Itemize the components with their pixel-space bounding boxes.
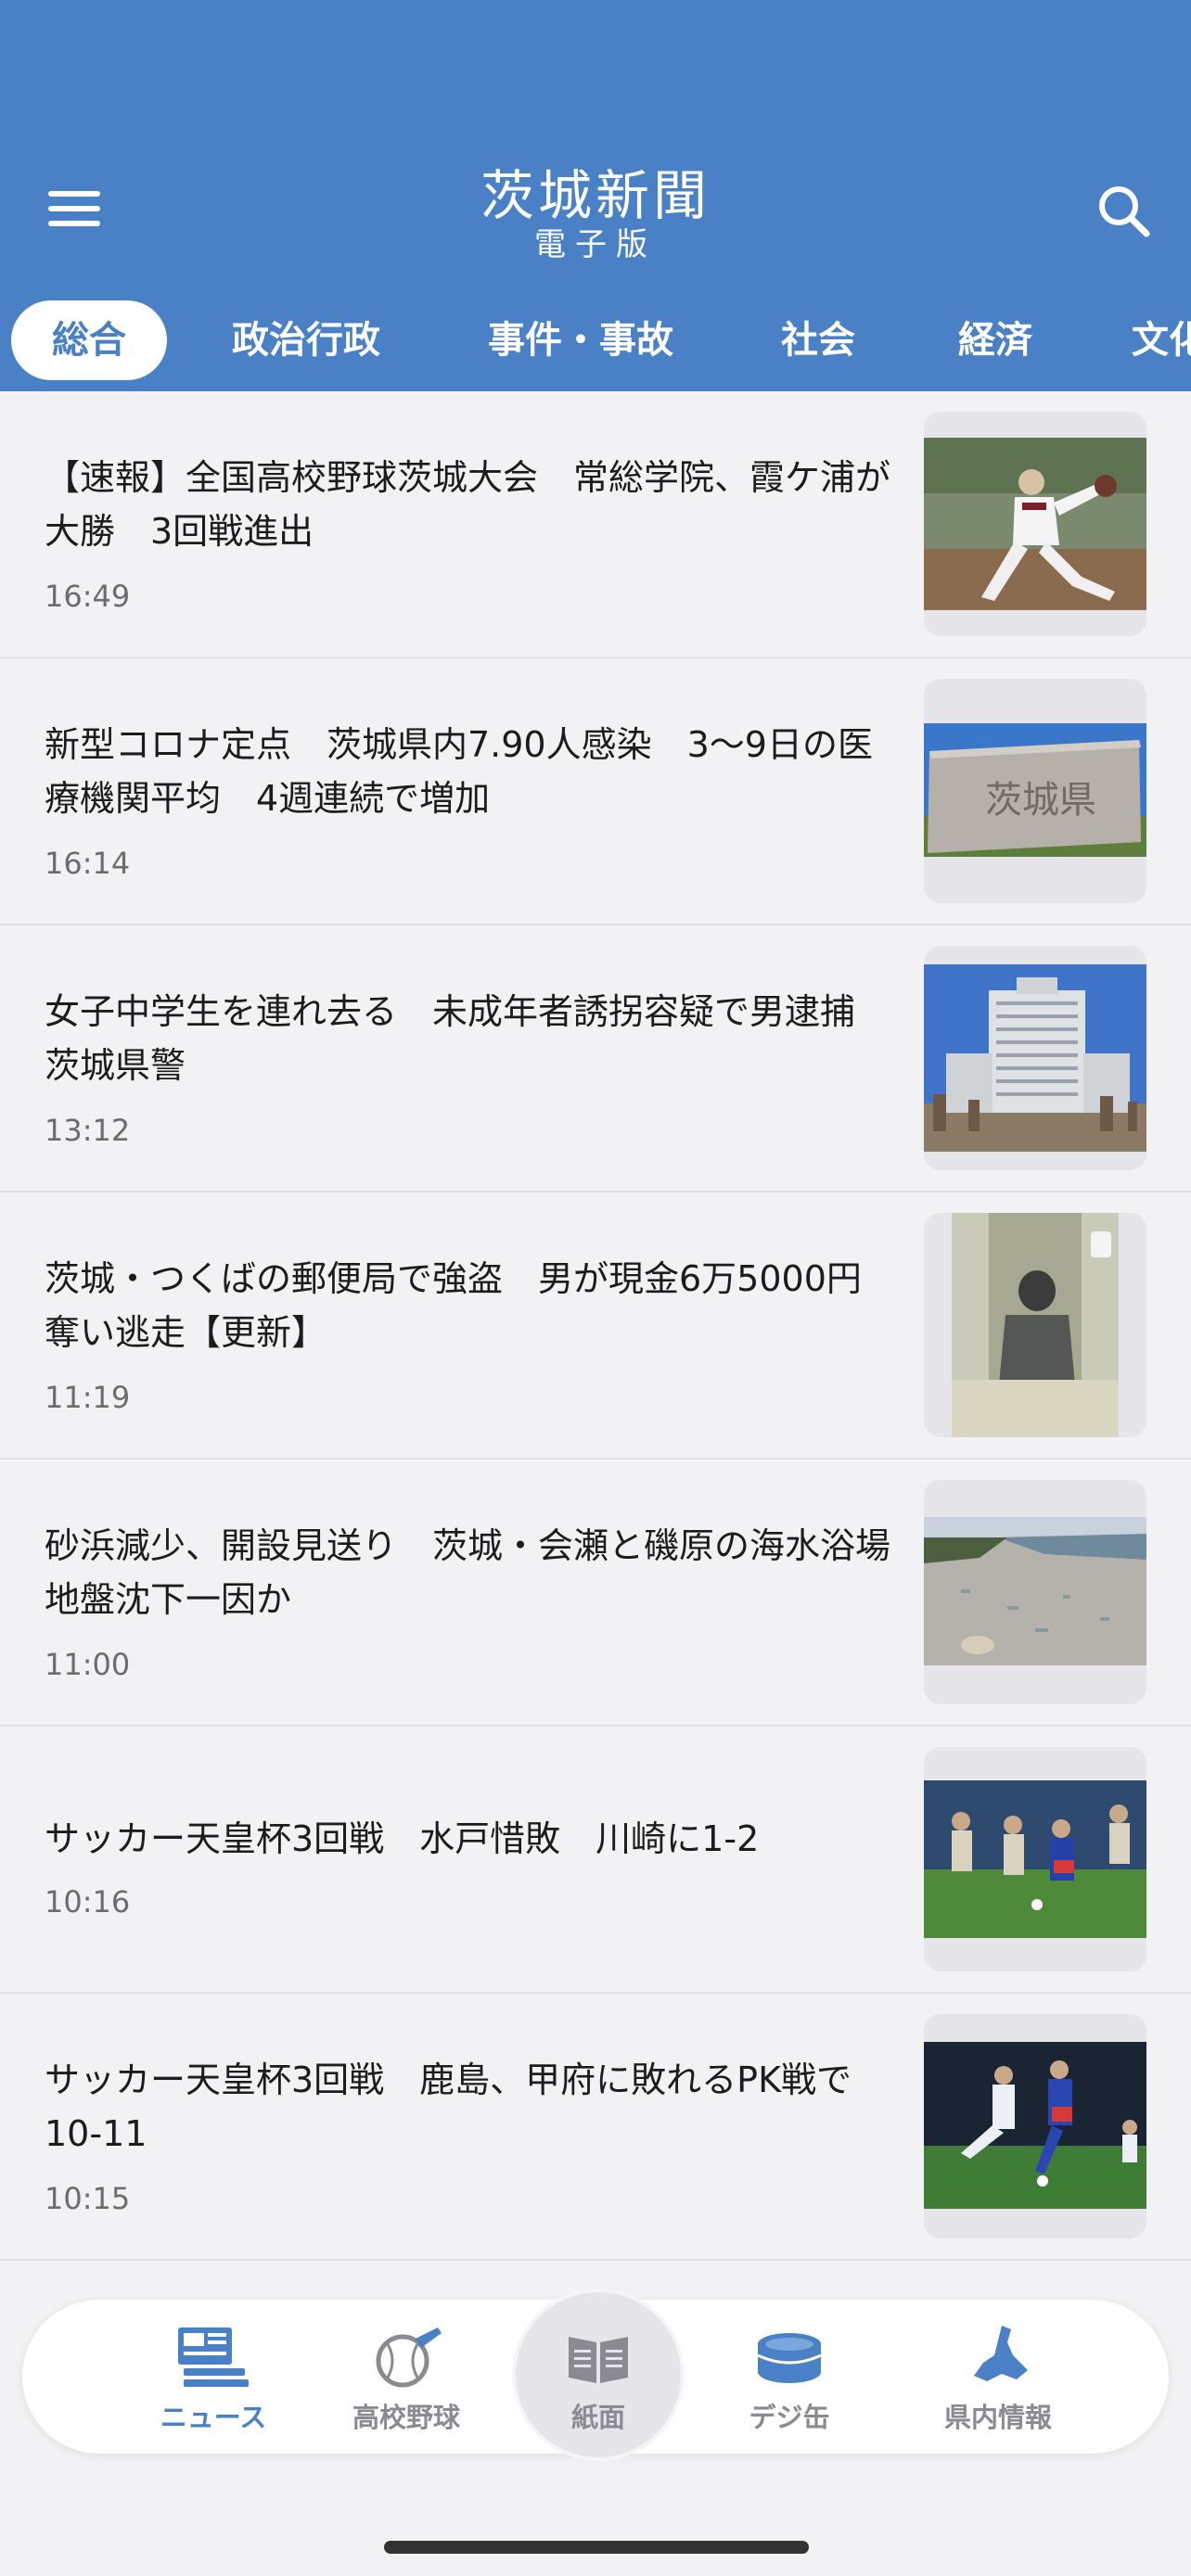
article-headline: サッカー天皇杯3回戦 鹿島、甲府に敗れるPK戦で10-11 xyxy=(45,2060,852,2154)
article-item[interactable]: サッカー天皇杯3回戦 水戸惜敗 川崎に1-2 10:16 xyxy=(0,1727,1191,1994)
search-icon xyxy=(1099,186,1150,237)
prefecture-sign-image: 茨城県 xyxy=(924,723,1146,857)
nav-newspaper-label: 紙面 xyxy=(570,2402,625,2433)
article-time: 16:49 xyxy=(45,579,131,614)
nav-news[interactable]: ニュース xyxy=(126,2300,301,2454)
article-time: 11:00 xyxy=(45,1647,131,1682)
article-time: 16:14 xyxy=(45,846,131,881)
category-tabs: 総合 政治行政 事件・事故 社会 経済 文化 xyxy=(0,295,1191,386)
article-thumbnail xyxy=(924,1480,1146,1704)
baseball-pitcher-image xyxy=(924,438,1146,610)
article-thumbnail xyxy=(924,946,1146,1170)
article-time: 10:16 xyxy=(45,1884,131,1919)
article-item[interactable]: 新型コロナ定点 茨城県内7.90人感染 3〜9日の医療機関平均 4週連続で増加 … xyxy=(0,658,1191,925)
newspaper-icon xyxy=(569,2337,628,2383)
soccer-night-image xyxy=(924,2042,1146,2209)
article-thumbnail xyxy=(924,2014,1146,2238)
security-camera-image xyxy=(952,1213,1119,1437)
nav-news-label: ニュース xyxy=(160,2402,267,2433)
home-indicator[interactable] xyxy=(384,2541,809,2554)
article-item[interactable]: 茨城・つくばの郵便局で強盗 男が現金6万5000円奪い逃走【更新】 11:19 xyxy=(0,1192,1191,1460)
article-thumbnail: 茨城県 xyxy=(924,679,1146,903)
menu-button[interactable] xyxy=(48,185,106,232)
baseball-icon xyxy=(376,2327,442,2388)
hamburger-icon-line xyxy=(48,206,100,211)
article-thumbnail xyxy=(924,1213,1146,1437)
article-time: 13:12 xyxy=(45,1113,131,1148)
nav-digi-can[interactable]: デジ缶 xyxy=(702,2300,877,2454)
tab-incidents[interactable]: 事件・事故 xyxy=(469,300,692,380)
nav-newspaper[interactable]: 紙面 xyxy=(511,2300,685,2454)
soccer-match-image xyxy=(924,1780,1146,1938)
nav-high-school-baseball[interactable]: 高校野球 xyxy=(319,2300,493,2454)
article-item[interactable]: サッカー天皇杯3回戦 鹿島、甲府に敗れるPK戦で10-11 10:15 xyxy=(0,1994,1191,2261)
tab-society[interactable]: 社会 xyxy=(762,300,874,380)
nav-digi-can-label: デジ缶 xyxy=(749,2402,830,2433)
article-headline: 【速報】全国高校野球茨城大会 常総学院、霞ケ浦が大勝 3回戦進出 xyxy=(45,457,891,552)
app-header: 茨城新聞 電子版 総合 政治行政 事件・事故 社会 経済 文化 xyxy=(0,0,1191,391)
article-headline: 女子中学生を連れ去る 未成年者誘拐容疑で男逮捕 茨城県警 xyxy=(45,991,891,1086)
tab-culture[interactable]: 文化 xyxy=(1132,300,1191,380)
logo-title: 茨城新聞 xyxy=(480,164,711,227)
nav-local-info[interactable]: 県内情報 xyxy=(911,2300,1085,2454)
svg-text:茨城県: 茨城県 xyxy=(985,779,1096,822)
article-item[interactable]: 【速報】全国高校野球茨城大会 常総学院、霞ケ浦が大勝 3回戦進出 16:49 xyxy=(0,391,1191,658)
article-headline: 新型コロナ定点 茨城県内7.90人感染 3〜9日の医療機関平均 4週連続で増加 xyxy=(45,724,873,819)
government-building-image xyxy=(924,964,1146,1152)
beach-image xyxy=(924,1517,1146,1665)
nav-local-info-label: 県内情報 xyxy=(943,2402,1052,2433)
tab-politics[interactable]: 政治行政 xyxy=(210,300,403,380)
ibaraki-map-icon xyxy=(974,2326,1028,2381)
article-thumbnail xyxy=(924,412,1146,636)
news-icon xyxy=(178,2327,249,2387)
app-logo: 茨城新聞 電子版 xyxy=(410,165,781,269)
article-time: 11:19 xyxy=(45,1380,131,1415)
hamburger-icon-line xyxy=(48,191,100,197)
article-item[interactable]: 砂浜減少、開設見送り 茨城・会瀬と磯原の海水浴場 地盤沈下一因か 11:00 xyxy=(0,1460,1191,1727)
logo-subtitle: 電子版 xyxy=(534,226,657,263)
article-headline: 茨城・つくばの郵便局で強盗 男が現金6万5000円奪い逃走【更新】 xyxy=(45,1258,862,1353)
digi-can-icon xyxy=(757,2333,822,2383)
bottom-navigation: ニュース 高校野球 紙面 デジ缶 県内情報 xyxy=(22,2289,1169,2461)
article-headline: 砂浜減少、開設見送り 茨城・会瀬と磯原の海水浴場 地盤沈下一因か xyxy=(45,1525,927,1620)
nav-baseball-label: 高校野球 xyxy=(352,2402,460,2433)
article-time: 10:15 xyxy=(45,2181,131,2216)
hamburger-icon-line xyxy=(48,221,100,226)
tab-sougou[interactable]: 総合 xyxy=(11,300,167,380)
tab-economy[interactable]: 経済 xyxy=(942,300,1048,380)
article-thumbnail xyxy=(924,1747,1146,1971)
search-button[interactable] xyxy=(1095,182,1154,241)
article-headline: サッカー天皇杯3回戦 水戸惜敗 川崎に1-2 xyxy=(45,1818,760,1859)
article-item[interactable]: 女子中学生を連れ去る 未成年者誘拐容疑で男逮捕 茨城県警 13:12 xyxy=(0,925,1191,1192)
